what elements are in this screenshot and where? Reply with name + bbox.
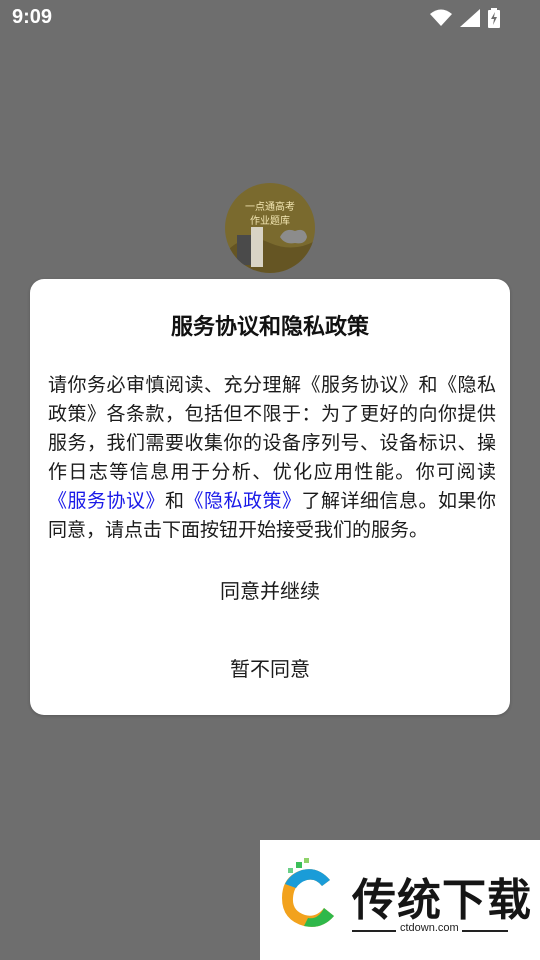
service-agreement-link[interactable]: 《服务协议》 bbox=[48, 490, 165, 512]
watermark-divider-left bbox=[352, 930, 396, 932]
policy-dialog: 服务协议和隐私政策 请你务必审慎阅读、充分理解《服务协议》和《隐私政策》各条款，… bbox=[30, 279, 510, 715]
decline-button[interactable]: 暂不同意 bbox=[30, 653, 510, 682]
battery-charging-icon bbox=[488, 8, 500, 28]
dialog-title: 服务协议和隐私政策 bbox=[170, 315, 369, 340]
dialog-body: 请你务必审慎阅读、充分理解《服务协议》和《隐私政策》各条款，包括但不限于：为了更… bbox=[48, 371, 496, 545]
status-time: 9:09 bbox=[12, 6, 53, 28]
agree-button[interactable]: 同意并继续 bbox=[30, 575, 510, 604]
watermark-logo-icon bbox=[282, 858, 334, 927]
watermark-divider-right bbox=[462, 930, 508, 932]
watermark-title: 传统下载 bbox=[352, 875, 532, 926]
status-icons bbox=[430, 8, 500, 28]
watermark-url: ctdown.com bbox=[400, 922, 459, 934]
signal-icon bbox=[460, 9, 480, 27]
wifi-icon bbox=[430, 9, 452, 26]
body-text-part1: 请你务必审慎阅读、充分理解《服务协议》和《隐私政策》各条款，包括但不限于：为了更… bbox=[48, 374, 496, 483]
body-connector: 和 bbox=[164, 490, 185, 512]
status-bar: 9:09 bbox=[0, 0, 540, 36]
watermark: 传统下载 ctdown.com bbox=[260, 840, 540, 960]
privacy-policy-link[interactable]: 《隐私政策》 bbox=[184, 490, 301, 512]
app-logo: 一点通高考 作业题库 bbox=[225, 183, 315, 273]
